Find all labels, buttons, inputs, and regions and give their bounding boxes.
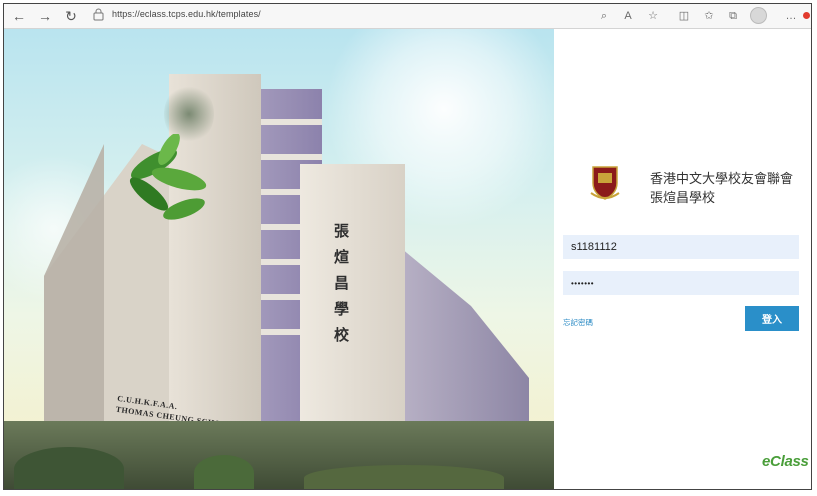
password-input[interactable] [563,271,799,295]
login-panel [554,29,811,489]
refresh-icon[interactable]: ↻ [62,7,80,25]
school-building-photo: 張煊昌學校 C.U.H.K.F.A.A. THOMAS CHEUNG SCHOO… [4,29,554,489]
frangipani-leaves [129,134,207,220]
favorites-icon[interactable]: ✩ [701,8,717,24]
login-button[interactable]: 登入 [745,306,799,331]
school-name-line2: 張煊昌學校 [650,191,716,206]
school-crest-icon [590,166,620,200]
text-size-icon[interactable]: A [620,8,636,24]
more-icon[interactable]: … [783,8,799,24]
school-name: 香港中文大學校友會聯會 張煊昌學校 [650,170,793,208]
back-arrow-icon[interactable]: ← [10,7,28,25]
read-aloud-icon[interactable]: ⌕ [596,8,612,24]
collections-icon[interactable]: ⧉ [725,8,741,24]
split-screen-icon[interactable]: ◫ [676,8,692,24]
school-name-line1: 香港中文大學校友會聯會 [650,172,794,187]
address-bar-url[interactable]: https://eclass.tcps.edu.hk/templates/ [112,9,261,19]
building-sign-chinese: 張煊昌學校 [334,223,350,344]
lock-icon[interactable] [93,8,105,22]
username-input[interactable] [563,235,799,259]
eclass-logo: eClass [762,453,809,470]
profile-avatar-icon[interactable] [750,7,767,24]
forgot-password-link[interactable]: 忘記密碼 [563,317,593,328]
forward-arrow-icon[interactable]: → [36,7,54,25]
browser-toolbar: ← → ↻ https://eclass.tcps.edu.hk/templat… [4,4,811,29]
favorite-star-icon[interactable]: ☆ [645,8,661,24]
notification-dot [803,12,810,19]
